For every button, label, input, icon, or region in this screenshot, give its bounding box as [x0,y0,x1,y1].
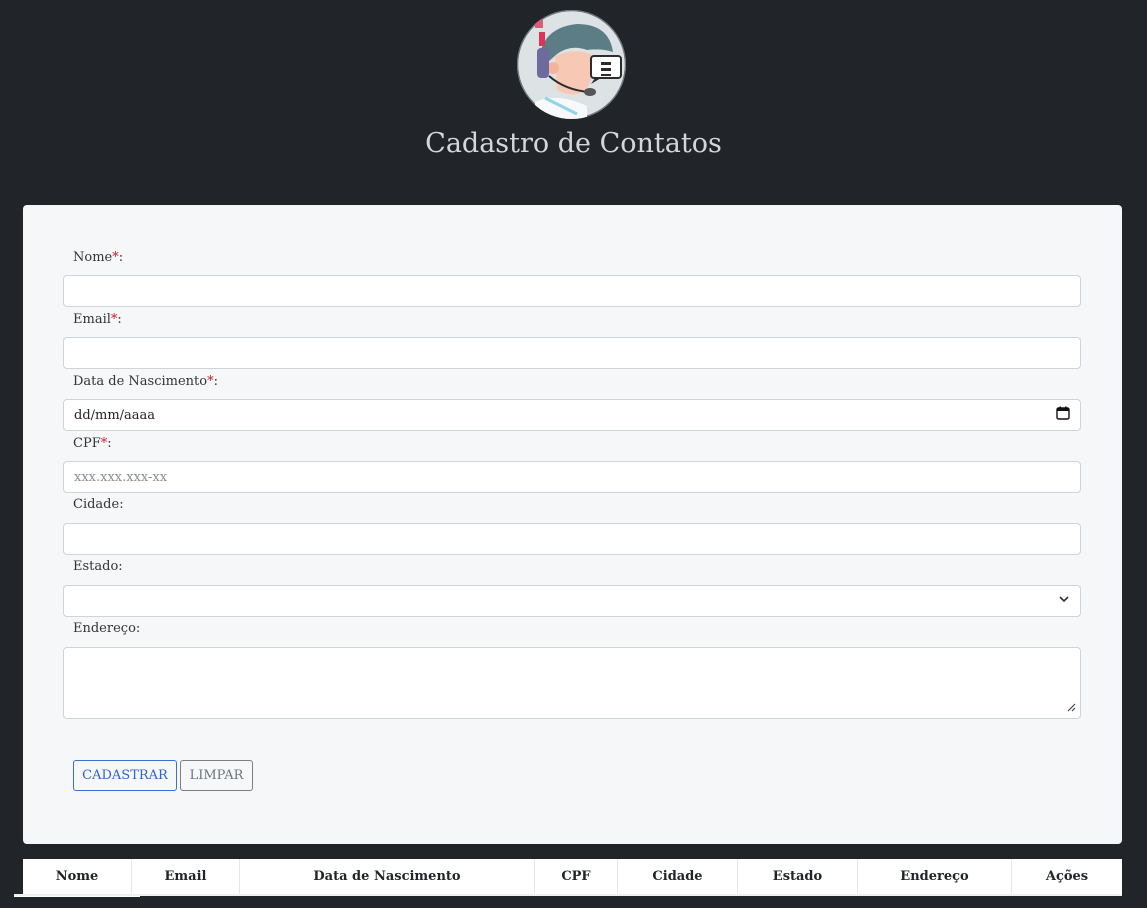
estado-select[interactable] [63,585,1081,617]
email-input[interactable] [63,337,1081,369]
table-divider [14,894,1122,896]
limpar-button[interactable]: LIMPAR [180,760,253,791]
resize-handle-icon[interactable] [1066,701,1076,716]
cidade-input[interactable] [63,523,1081,555]
date-value: dd/mm/aaaa [74,407,156,423]
nome-input[interactable] [63,275,1081,307]
support-agent-icon [517,10,626,119]
cpf-placeholder: xxx.xxx.xxx-xx [74,469,168,485]
table-header-nascimento: Data de Nascimento [240,859,535,894]
table-divider-accent [14,896,140,897]
endereco-label: Endereço: [73,621,141,636]
table-header-cpf: CPF [535,859,618,894]
table-header-email: Email [132,859,240,894]
cidade-label: Cidade: [73,497,124,512]
cpf-input[interactable]: xxx.xxx.xxx-xx [63,461,1081,493]
table-header-acoes: Ações [1045,869,1089,884]
chevron-down-icon [1058,593,1070,609]
contact-form: Nome*: Email*: Data de Nascimento*: dd/m… [23,205,1122,844]
table-header-cidade: Cidade [618,859,738,894]
nascimento-input[interactable]: dd/mm/aaaa [63,399,1081,431]
table-header-endereco: Endereço [858,859,1012,894]
table-header-nome: Nome [23,859,132,894]
contacts-table: Nome Email Data de Nascimento CPF Cidade… [23,859,1122,894]
calendar-icon[interactable] [1056,406,1070,424]
cpf-label: CPF*: [73,436,112,451]
endereco-textarea[interactable] [63,647,1081,719]
nome-label: Nome*: [73,250,124,265]
email-label: Email*: [73,312,122,327]
page-title: Cadastro de Contatos [425,128,722,159]
table-header-estado: Estado [738,859,858,894]
nascimento-label: Data de Nascimento*: [73,374,218,389]
estado-label: Estado: [73,559,123,574]
cadastrar-button[interactable]: CADASTRAR [73,760,177,791]
